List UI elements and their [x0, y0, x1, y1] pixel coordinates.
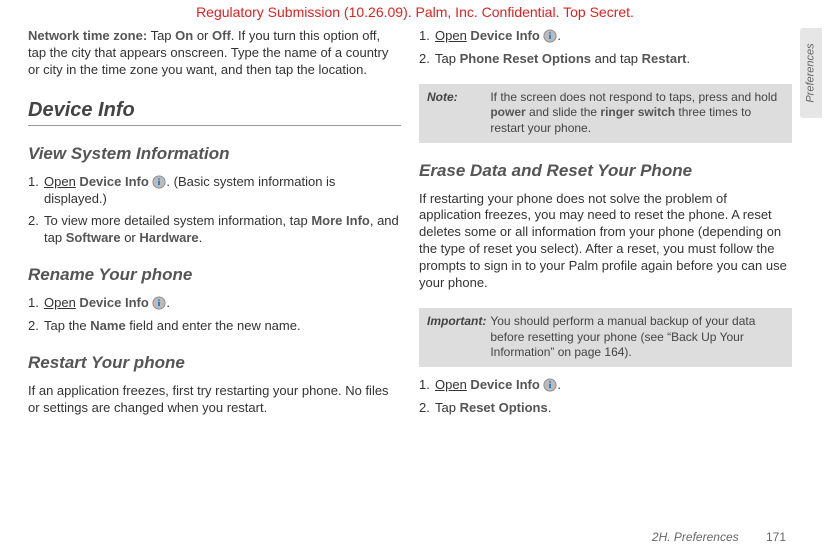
more-info-label: More Info — [311, 213, 370, 228]
info-icon — [543, 29, 557, 43]
list-item: 1.Open Device Info . — [44, 295, 401, 312]
erase-para: If restarting your phone does not solve … — [419, 191, 792, 292]
text: . — [199, 230, 203, 245]
heading-device-info: Device Info — [28, 99, 401, 126]
open-link[interactable]: Open — [435, 377, 467, 392]
list-item: 1.Open Device Info . (Basic system infor… — [44, 174, 401, 208]
text: and tap — [591, 51, 642, 66]
note-label: Note: — [427, 90, 487, 106]
list-item: 2.To view more detailed system informati… — [44, 213, 401, 247]
page-footer: 2H. Preferences 171 — [652, 530, 786, 544]
text: . — [166, 295, 170, 310]
name-field-label: Name — [90, 318, 125, 333]
list-item: 1.Open Device Info . — [435, 377, 792, 394]
ringer-switch-label: ringer switch — [600, 105, 675, 119]
erase-steps: 1. Open Device Info . 2. Tap Reset Options… — [419, 377, 792, 423]
heading-view-system-information: View System Information — [28, 144, 401, 164]
device-info-label: Device Info — [76, 295, 153, 310]
network-time-zone-para: Network time zone: Tap On or Off. If you… — [28, 28, 401, 79]
text: Tap the — [44, 318, 90, 333]
software-label: Software — [66, 230, 121, 245]
important-body: You should perform a manual backup of yo… — [490, 314, 781, 361]
footer-section: 2H. Preferences — [652, 530, 739, 544]
confidential-watermark: Regulatory Submission (10.26.09). Palm, … — [0, 4, 830, 20]
open-link[interactable]: Open — [44, 295, 76, 310]
heading-erase-data: Erase Data and Reset Your Phone — [419, 161, 792, 181]
step-number: 2. — [28, 318, 39, 335]
heading-restart-phone: Restart Your phone — [28, 353, 401, 373]
step-number: 1. — [419, 377, 430, 394]
step-number: 2. — [28, 213, 39, 230]
text: . — [686, 51, 690, 66]
text: . — [557, 377, 561, 392]
important-label: Important: — [427, 314, 487, 330]
side-tab-preferences: Preferences — [800, 28, 822, 118]
rename-steps: 1.Open Device Info . 2.Tap the Name fiel… — [28, 295, 401, 341]
heading-rename-phone: Rename Your phone — [28, 265, 401, 285]
step-number: 2. — [419, 51, 430, 68]
power-label: power — [490, 105, 525, 119]
info-icon — [543, 378, 557, 392]
text: field and enter the new name. — [126, 318, 301, 333]
ntz-label: Network time zone: — [28, 28, 147, 43]
list-item: 2.Tap the Name field and enter the new n… — [44, 318, 401, 335]
info-icon — [152, 175, 166, 189]
important-box: Important: You should perform a manual b… — [419, 308, 792, 367]
left-column: Network time zone: Tap On or Off. If you… — [28, 28, 401, 542]
device-info-label: Device Info — [76, 174, 153, 189]
text: Tap — [435, 400, 460, 415]
list-item: 1.Open Device Info . — [435, 28, 792, 45]
side-tab-label: Preferences — [805, 43, 817, 102]
info-icon — [152, 296, 166, 310]
open-link[interactable]: Open — [435, 28, 467, 43]
on-label: On — [175, 28, 193, 43]
device-info-label: Device Info — [467, 28, 544, 43]
device-info-label: Device Info — [467, 377, 544, 392]
open-link[interactable]: Open — [44, 174, 76, 189]
reset-options-label: Reset Options — [460, 400, 548, 415]
step-number: 2. — [419, 400, 430, 417]
step-number: 1. — [28, 295, 39, 312]
right-column: 1. Open Device Info . 2. Tap Phone Reset O… — [419, 28, 792, 542]
off-label: Off — [212, 28, 231, 43]
list-item: 2.Tap Reset Options. — [435, 400, 792, 417]
text: Tap — [147, 28, 175, 43]
hardware-label: Hardware — [139, 230, 198, 245]
view-system-steps: 1.Open Device Info . (Basic system infor… — [28, 174, 401, 254]
list-item: 2.Tap Phone Reset Options and tap Restar… — [435, 51, 792, 68]
page-content: Network time zone: Tap On or Off. If you… — [0, 0, 830, 552]
note-body: If the screen does not respond to taps, … — [490, 90, 781, 137]
phone-reset-options-label: Phone Reset Options — [460, 51, 591, 66]
text: If the screen does not respond to taps, … — [490, 90, 777, 104]
text: Tap — [435, 51, 460, 66]
text: or — [121, 230, 140, 245]
restart-label: Restart — [642, 51, 687, 66]
text: and slide the — [526, 105, 601, 119]
restart-steps: 1. Open Device Info . 2. Tap Phone Reset O… — [419, 28, 792, 74]
text: . — [557, 28, 561, 43]
restart-para: If an application freezes, first try res… — [28, 383, 401, 417]
text: . — [548, 400, 552, 415]
text: or — [193, 28, 212, 43]
step-number: 1. — [28, 174, 39, 191]
note-box: Note: If the screen does not respond to … — [419, 84, 792, 143]
text: To view more detailed system information… — [44, 213, 311, 228]
page-number: 171 — [766, 530, 786, 544]
step-number: 1. — [419, 28, 430, 45]
